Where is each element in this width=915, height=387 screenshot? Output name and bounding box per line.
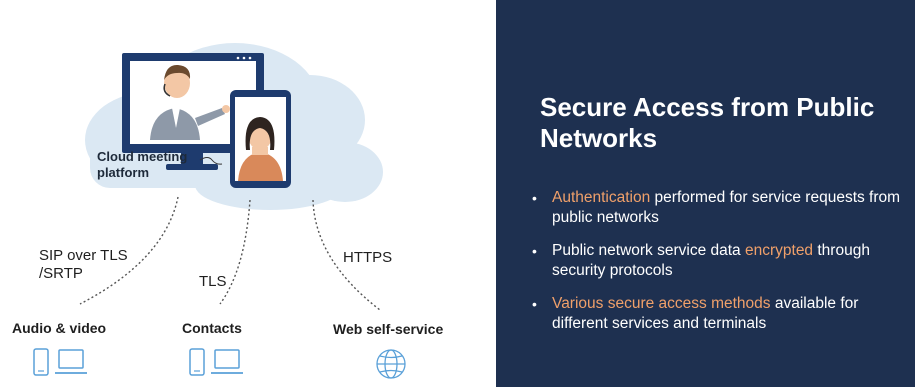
cloud-label-line1: Cloud meeting [97, 149, 188, 164]
laptop-icon [211, 349, 243, 374]
panel-title: Secure Access from Public Networks [540, 92, 875, 153]
phone-icon [33, 348, 49, 376]
sip-tls-label-line1: SIP over TLS [39, 247, 128, 264]
endpoint-audio-video-label: Audio & video [12, 320, 107, 336]
bullet-text-pre: Public network service data [552, 242, 745, 259]
phone-icon [189, 348, 205, 376]
bullet-list: • Authentication performed for service r… [532, 188, 902, 347]
bullet-dot-icon: • [532, 296, 537, 312]
globe-icon [376, 349, 406, 379]
bullet-highlight: Authentication [552, 189, 651, 206]
tablet-device [230, 90, 291, 188]
laptop-icon [55, 349, 87, 374]
endpoint-contacts-label: Contacts [182, 320, 242, 336]
bullet-dot-icon: • [532, 190, 537, 206]
bullet-highlight: Various secure access methods [552, 295, 771, 312]
sip-tls-label: SIP over TLS /SRTP [39, 247, 128, 283]
sip-tls-label-line2: /SRTP [39, 265, 83, 282]
https-label: HTTPS [343, 249, 393, 266]
tls-label: TLS [199, 273, 227, 290]
diagram-area: Cloud meeting platform SIP over TLS /SRT… [0, 0, 495, 387]
bullet-access-methods: • Various secure access methods availabl… [532, 294, 902, 334]
bullet-encryption: • Public network service data encrypted … [532, 241, 902, 281]
cloud-label-line2: platform [97, 165, 149, 180]
bullet-authentication: • Authentication performed for service r… [532, 188, 902, 228]
cloud-platform-label: Cloud meeting platform [97, 149, 187, 181]
info-panel: Secure Access from Public Networks • Aut… [496, 0, 915, 387]
bullet-dot-icon: • [532, 243, 537, 259]
endpoint-web-label: Web self-service [333, 321, 444, 337]
bullet-highlight: encrypted [744, 242, 814, 259]
